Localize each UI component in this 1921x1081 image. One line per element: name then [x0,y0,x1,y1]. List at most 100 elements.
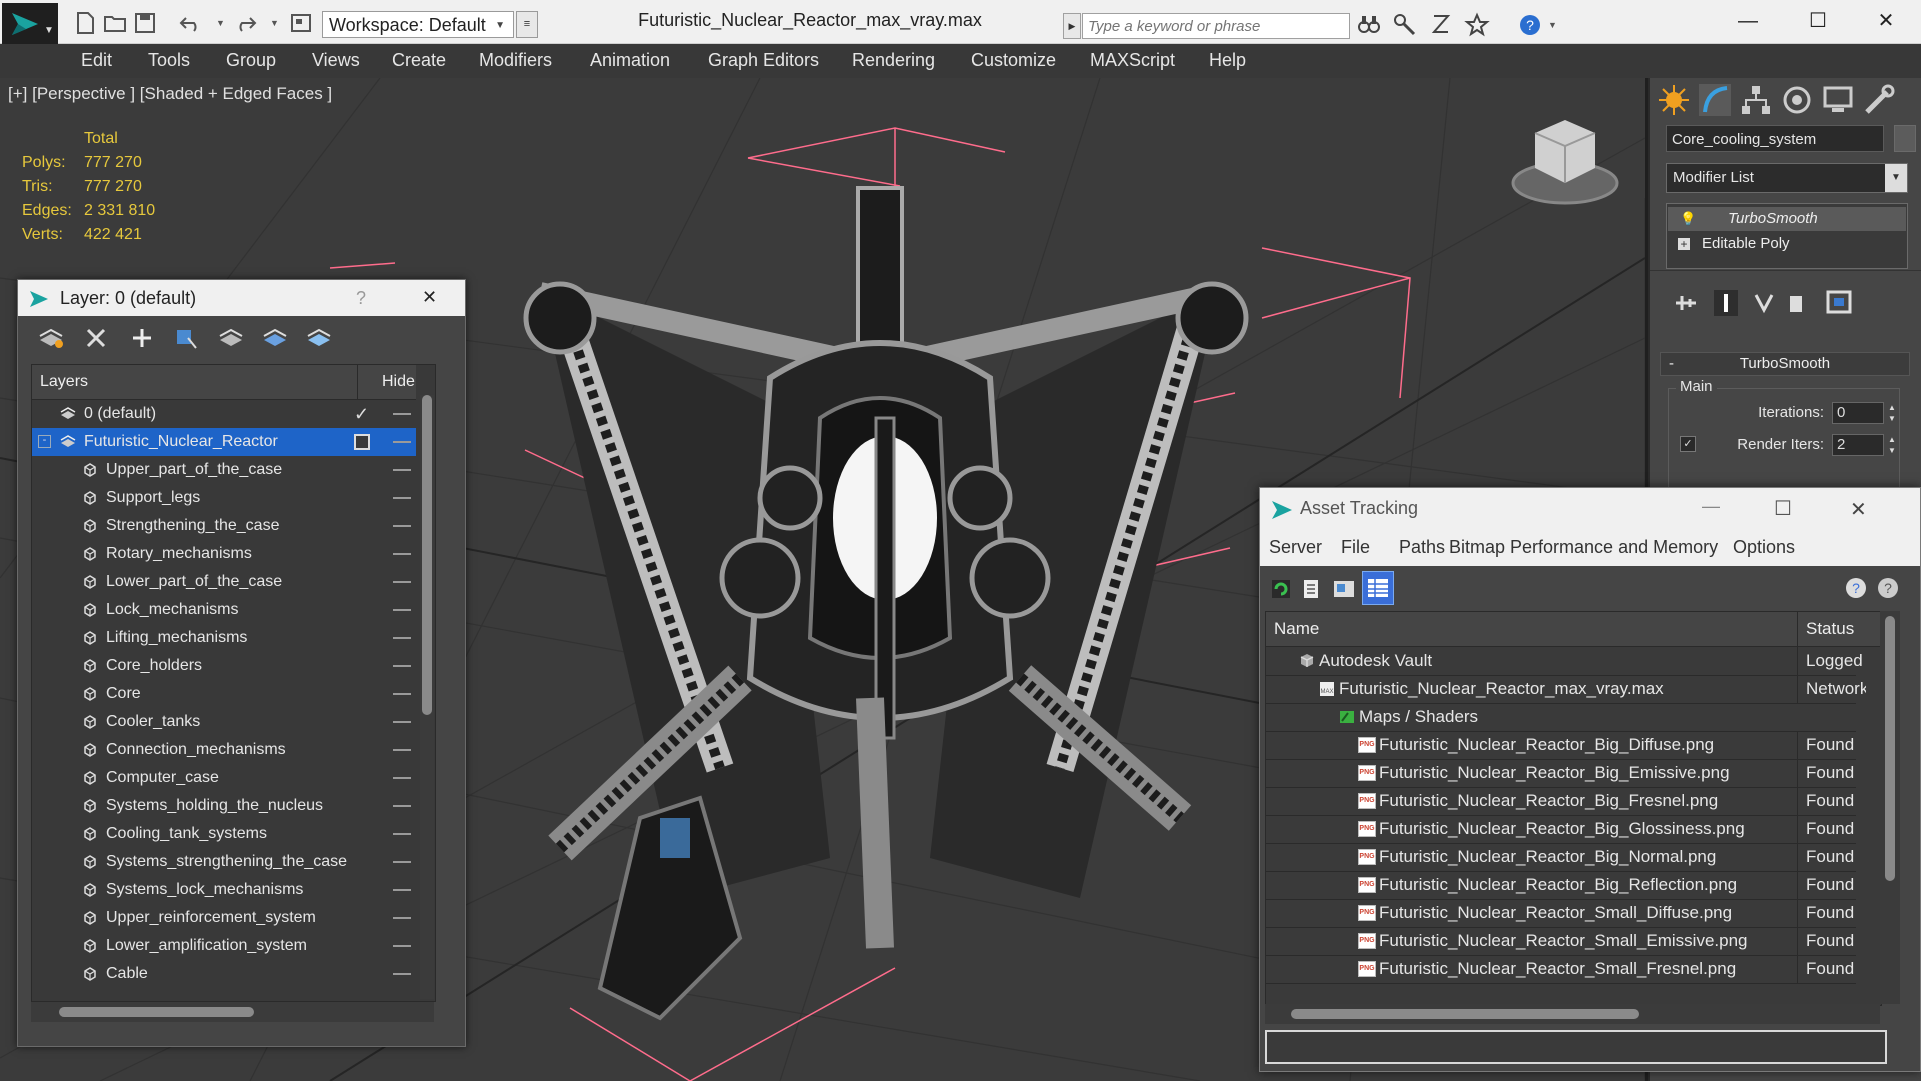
menu-maxscript[interactable]: MAXScript [1090,50,1175,71]
hide-toggle[interactable] [393,749,411,751]
active-layer-check-icon[interactable]: ✓ [354,400,369,428]
layer-row[interactable]: Support_legs [32,484,416,512]
make-unique-icon[interactable] [1750,290,1778,316]
table-view-button[interactable] [1362,571,1394,605]
hide-toggle[interactable] [393,693,411,695]
layer-row[interactable]: Cable [32,960,416,988]
open-folder-icon[interactable] [102,10,128,36]
hide-toggle[interactable] [393,833,411,835]
motion-tab-icon[interactable] [1779,82,1815,118]
hide-toggle[interactable] [393,973,411,975]
layer-row[interactable]: Computer_case [32,764,416,792]
layer-row[interactable]: Cooler_tanks [32,708,416,736]
binoculars-icon[interactable] [1356,12,1382,38]
modifier-list-dropdown[interactable]: Modifier List ▼ [1666,163,1908,193]
configure-sets-icon[interactable] [1824,288,1854,316]
column-hide[interactable]: Hide [382,373,415,391]
asset-hscroll-thumb[interactable] [1291,1009,1639,1019]
project-folder-icon[interactable] [288,10,314,36]
refresh-icon[interactable] [1270,578,1292,600]
thumbnail-view-icon[interactable] [1332,578,1356,600]
help-icon[interactable]: ? [1517,12,1543,38]
asset-vertical-scrollbar[interactable] [1880,611,1900,1004]
utilities-tab-icon[interactable] [1861,82,1897,118]
layer-row[interactable]: Core [32,680,416,708]
collapse-icon[interactable]: - [1669,353,1674,375]
minimize-button[interactable]: — [1718,4,1778,38]
asset-menu-bitmap[interactable]: Bitmap Performance and Memory [1449,537,1718,558]
search-input[interactable] [1082,13,1350,39]
hide-toggle[interactable] [393,469,411,471]
layer-row[interactable]: Upper_part_of_the_case [32,456,416,484]
key-tools-icon[interactable] [1392,12,1418,38]
layer-row[interactable]: Connection_mechanisms [32,736,416,764]
layer-vscroll-thumb[interactable] [422,395,432,715]
select-objects-in-layer-icon[interactable] [174,326,200,350]
layer-row[interactable]: Strengthening_the_case [32,512,416,540]
asset-row[interactable]: PNG Futuristic_Nuclear_Reactor_Small_Diff… [1266,899,1856,928]
asset-row[interactable]: PNG Futuristic_Nuclear_Reactor_Big_Glossi… [1266,815,1856,844]
context-help-icon[interactable]: ? [1876,576,1902,602]
lightbulb-icon[interactable]: 💡 [1680,207,1696,231]
menu-rendering[interactable]: Rendering [852,50,935,71]
layer-row[interactable]: Upper_reinforcement_system [32,904,416,932]
modify-tab-icon[interactable] [1697,82,1733,118]
hierarchy-tab-icon[interactable] [1738,82,1774,118]
hide-toggle[interactable] [393,861,411,863]
list-view-icon[interactable] [1300,578,1322,600]
asset-row[interactable]: PNG Futuristic_Nuclear_Reactor_Small_Emis… [1266,927,1856,956]
layer-row[interactable]: Lock_mechanisms [32,596,416,624]
collapse-icon[interactable]: - [38,435,51,448]
object-color-swatch[interactable] [1894,125,1916,152]
hide-toggle[interactable] [393,441,411,443]
asset-row[interactable]: PNG Futuristic_Nuclear_Reactor_Small_Fres… [1266,955,1856,984]
hide-toggle[interactable] [393,413,411,415]
asset-row[interactable]: PNG Futuristic_Nuclear_Reactor_Big_Normal… [1266,843,1856,872]
layer-row[interactable]: - Futuristic_Nuclear_Reactor [32,428,416,456]
stack-item-editable-poly[interactable]: + Editable Poly [1668,232,1906,256]
layer-row[interactable]: Systems_strengthening_the_case [32,848,416,876]
layer-row[interactable]: 0 (default) ✓ [32,400,416,428]
stack-item-turbosmooth[interactable]: 💡 TurboSmooth [1668,207,1906,231]
redo-dropdown-icon[interactable]: ▼ [270,18,279,28]
new-layer-icon[interactable] [38,326,64,350]
layer-horizontal-scrollbar[interactable] [31,1002,434,1022]
undo-icon[interactable] [178,10,204,36]
turbosmooth-rollout-header[interactable]: - TurboSmooth [1660,352,1910,376]
layer-row[interactable]: Rotary_mechanisms [32,540,416,568]
column-layers[interactable]: Layers [40,373,88,391]
redo-icon[interactable] [232,10,258,36]
hide-toggle[interactable] [393,497,411,499]
layer-row[interactable]: Systems_holding_the_nucleus [32,792,416,820]
layer-row[interactable]: Lifting_mechanisms [32,624,416,652]
column-name[interactable]: Name [1274,619,1319,639]
asset-dialog-titlebar[interactable]: Asset Tracking — ☐ ✕ [1260,488,1920,530]
help-dropdown-icon[interactable]: ▼ [1548,20,1557,30]
show-end-result-icon[interactable] [1712,288,1740,318]
hide-toggle[interactable] [393,553,411,555]
display-tab-icon[interactable] [1820,82,1856,118]
layer-help-button[interactable]: ? [356,288,366,309]
viewport-label[interactable]: [+] [Perspective ] [Shaded + Edged Faces… [8,84,332,104]
menu-create[interactable]: Create [392,50,446,71]
menu-modifiers[interactable]: Modifiers [479,50,552,71]
delete-layer-icon[interactable] [84,326,108,350]
menu-tools[interactable]: Tools [148,50,190,71]
asset-maximize-button[interactable]: ☐ [1774,496,1792,521]
freeze-unfreeze-all-icon[interactable] [306,326,332,350]
menu-views[interactable]: Views [312,50,360,71]
iterations-spinner-arrows[interactable]: ▲ ▼ [1888,402,1896,424]
sign-in-icon[interactable] [1428,12,1454,38]
layer-dialog-titlebar[interactable]: Layer: 0 (default) ? ✕ [18,280,465,316]
remove-modifier-icon[interactable] [1782,290,1810,316]
render-iters-spinner-arrows[interactable]: ▲ ▼ [1888,434,1896,456]
hide-toggle[interactable] [393,945,411,947]
asset-menu-paths[interactable]: Paths [1399,537,1445,558]
menu-help[interactable]: Help [1209,50,1246,71]
layer-row[interactable]: Systems_lock_mechanisms [32,876,416,904]
menu-animation[interactable]: Animation [590,50,670,71]
layer-close-button[interactable]: ✕ [422,287,437,308]
new-file-icon[interactable] [72,10,98,36]
hide-toggle[interactable] [393,917,411,919]
hide-toggle[interactable] [393,581,411,583]
